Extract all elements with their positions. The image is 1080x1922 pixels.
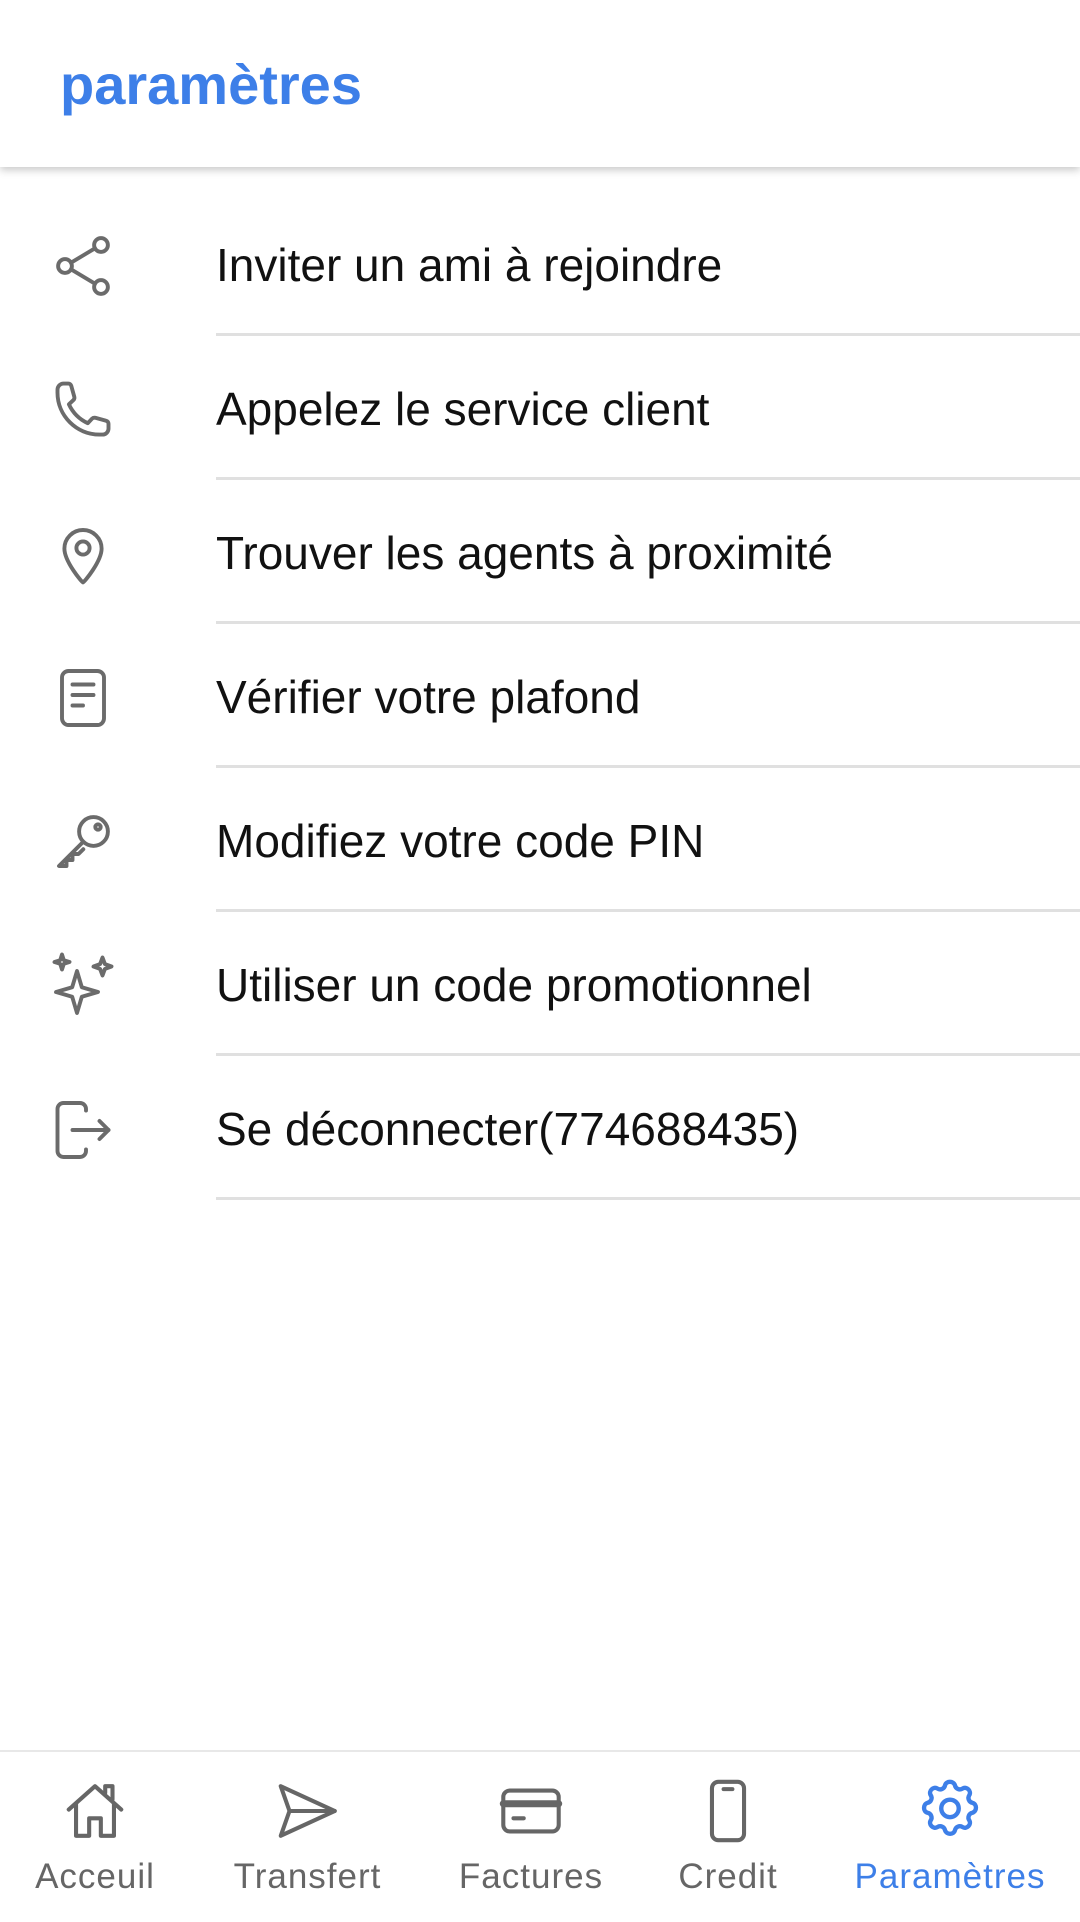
nav-item-bills[interactable]: Factures <box>450 1752 612 1922</box>
menu-item-label: Se déconnecter(774688435) <box>216 1103 800 1155</box>
divider <box>216 1197 1080 1200</box>
page-title: paramètres <box>60 53 362 116</box>
menu-item-label: Modifiez votre code PIN <box>216 815 705 867</box>
settings-menu: Inviter un ami à rejoindre Appelez le se… <box>0 192 1080 1200</box>
nav-label: Paramètres <box>854 1857 1046 1896</box>
credit-card-icon <box>496 1776 566 1846</box>
menu-item-label: Utiliser un code promotionnel <box>216 959 812 1011</box>
menu-item-change-pin[interactable]: Modifiez votre code PIN <box>0 768 1080 912</box>
nav-label: Factures <box>458 1857 604 1896</box>
nav-label: Acceuil <box>35 1857 155 1896</box>
key-icon <box>47 806 119 878</box>
send-icon <box>272 1776 342 1846</box>
logout-icon <box>47 1094 119 1166</box>
home-icon <box>60 1776 130 1846</box>
document-icon <box>47 662 119 734</box>
menu-item-label: Appelez le service client <box>216 383 710 435</box>
menu-item-label: Vérifier votre plafond <box>216 671 641 723</box>
nav-label: Transfert <box>233 1857 382 1896</box>
menu-item-invite-friend[interactable]: Inviter un ami à rejoindre <box>0 192 1080 336</box>
mobile-phone-icon <box>693 1776 763 1846</box>
menu-item-call-support[interactable]: Appelez le service client <box>0 336 1080 480</box>
menu-item-find-agents[interactable]: Trouver les agents à proximité <box>0 480 1080 624</box>
menu-item-promo-code[interactable]: Utiliser un code promotionnel <box>0 912 1080 1056</box>
nav-label: Credit <box>678 1857 778 1896</box>
app-bar: paramètres <box>0 0 1080 167</box>
bottom-navigation: Acceuil Transfert Factures Credit Paramè… <box>0 1750 1080 1922</box>
menu-item-check-limit[interactable]: Vérifier votre plafond <box>0 624 1080 768</box>
menu-item-label: Inviter un ami à rejoindre <box>216 239 723 291</box>
menu-item-logout[interactable]: Se déconnecter(774688435) <box>0 1056 1080 1200</box>
sparkles-icon <box>47 950 119 1022</box>
phone-icon <box>47 374 119 446</box>
menu-item-label: Trouver les agents à proximité <box>216 527 834 579</box>
nav-item-transfer[interactable]: Transfert <box>225 1752 390 1922</box>
nav-item-home[interactable]: Acceuil <box>20 1752 170 1922</box>
nav-item-credit[interactable]: Credit <box>673 1752 783 1922</box>
location-pin-icon <box>47 518 119 590</box>
nav-item-settings[interactable]: Paramètres <box>845 1752 1055 1922</box>
share-icon <box>47 230 119 302</box>
gear-icon <box>915 1776 985 1846</box>
